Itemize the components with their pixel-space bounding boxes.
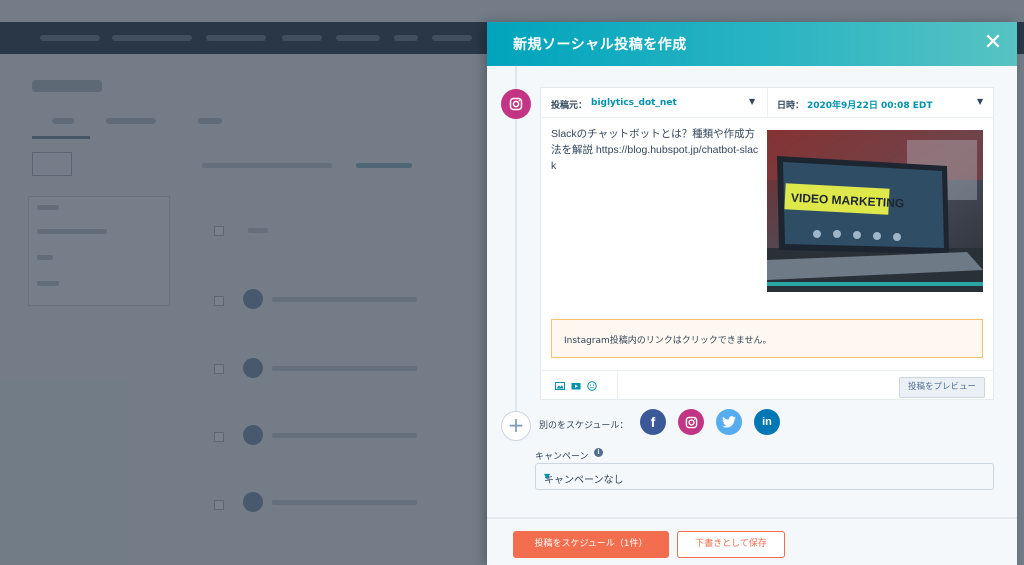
post-content-textarea[interactable]: Slackのチャットボットとは？種類や作成方法を解説 https://blog.…: [551, 126, 763, 174]
create-social-post-panel: 新規ソーシャル投稿を作成 ✕ 投稿元： biglytics_dot_net ▼ …: [487, 22, 1017, 565]
add-post-button[interactable]: +: [501, 411, 531, 441]
chevron-down-icon: ▼: [544, 472, 551, 481]
info-icon[interactable]: i: [594, 448, 603, 457]
link-warning-notice: Instagram投稿内のリンクはクリックできません。: [551, 319, 983, 358]
panel-title: 新規ソーシャル投稿を作成: [513, 37, 687, 53]
date-select[interactable]: 2020年9月22日 00:08 EDT: [807, 98, 933, 111]
post-card: 投稿元： biglytics_dot_net ▼ 日時： 2020年9月22日 …: [540, 87, 994, 401]
facebook-icon[interactable]: f: [640, 409, 666, 435]
save-draft-button[interactable]: 下書きとして保存: [677, 531, 785, 558]
instagram-icon: [501, 89, 531, 119]
schedule-post-button[interactable]: 投稿をスケジュール（1件）: [513, 531, 669, 558]
date-label: 日時：: [777, 101, 805, 111]
schedule-another-label: 別のをスケジュール：: [539, 421, 629, 431]
video-icon[interactable]: [571, 381, 581, 391]
from-account-select[interactable]: biglytics_dot_net: [591, 98, 677, 108]
preview-post-button[interactable]: 投稿をプレビュー: [899, 377, 985, 398]
panel-footer: 投稿をスケジュール（1件） 下書きとして保存: [487, 517, 1017, 565]
notice-text: Instagram投稿内のリンクはクリックできません。: [564, 336, 772, 346]
from-label: 投稿元：: [551, 101, 588, 111]
twitter-icon[interactable]: [716, 409, 742, 435]
campaign-label: キャンペーン: [535, 452, 589, 462]
post-toolbar: 投稿をプレビュー: [541, 370, 993, 401]
post-card-header: 投稿元： biglytics_dot_net ▼ 日時： 2020年9月22日 …: [541, 88, 993, 118]
header-divider: [767, 88, 768, 118]
chevron-down-icon[interactable]: ▼: [749, 97, 755, 106]
emoji-icon[interactable]: [587, 381, 597, 391]
close-icon[interactable]: ✕: [981, 31, 1005, 55]
timeline-line: [515, 66, 517, 431]
image-icon[interactable]: [555, 381, 565, 391]
chevron-down-icon[interactable]: ▼: [977, 97, 983, 106]
instagram-icon[interactable]: [678, 409, 704, 435]
campaign-select[interactable]: キャンペーンなし ▼: [535, 463, 994, 490]
toolbar-divider: [617, 371, 618, 401]
post-image[interactable]: VIDEO MARKETING: [767, 130, 983, 292]
linkedin-icon[interactable]: in: [754, 409, 780, 435]
panel-header: 新規ソーシャル投稿を作成 ✕: [487, 22, 1017, 66]
